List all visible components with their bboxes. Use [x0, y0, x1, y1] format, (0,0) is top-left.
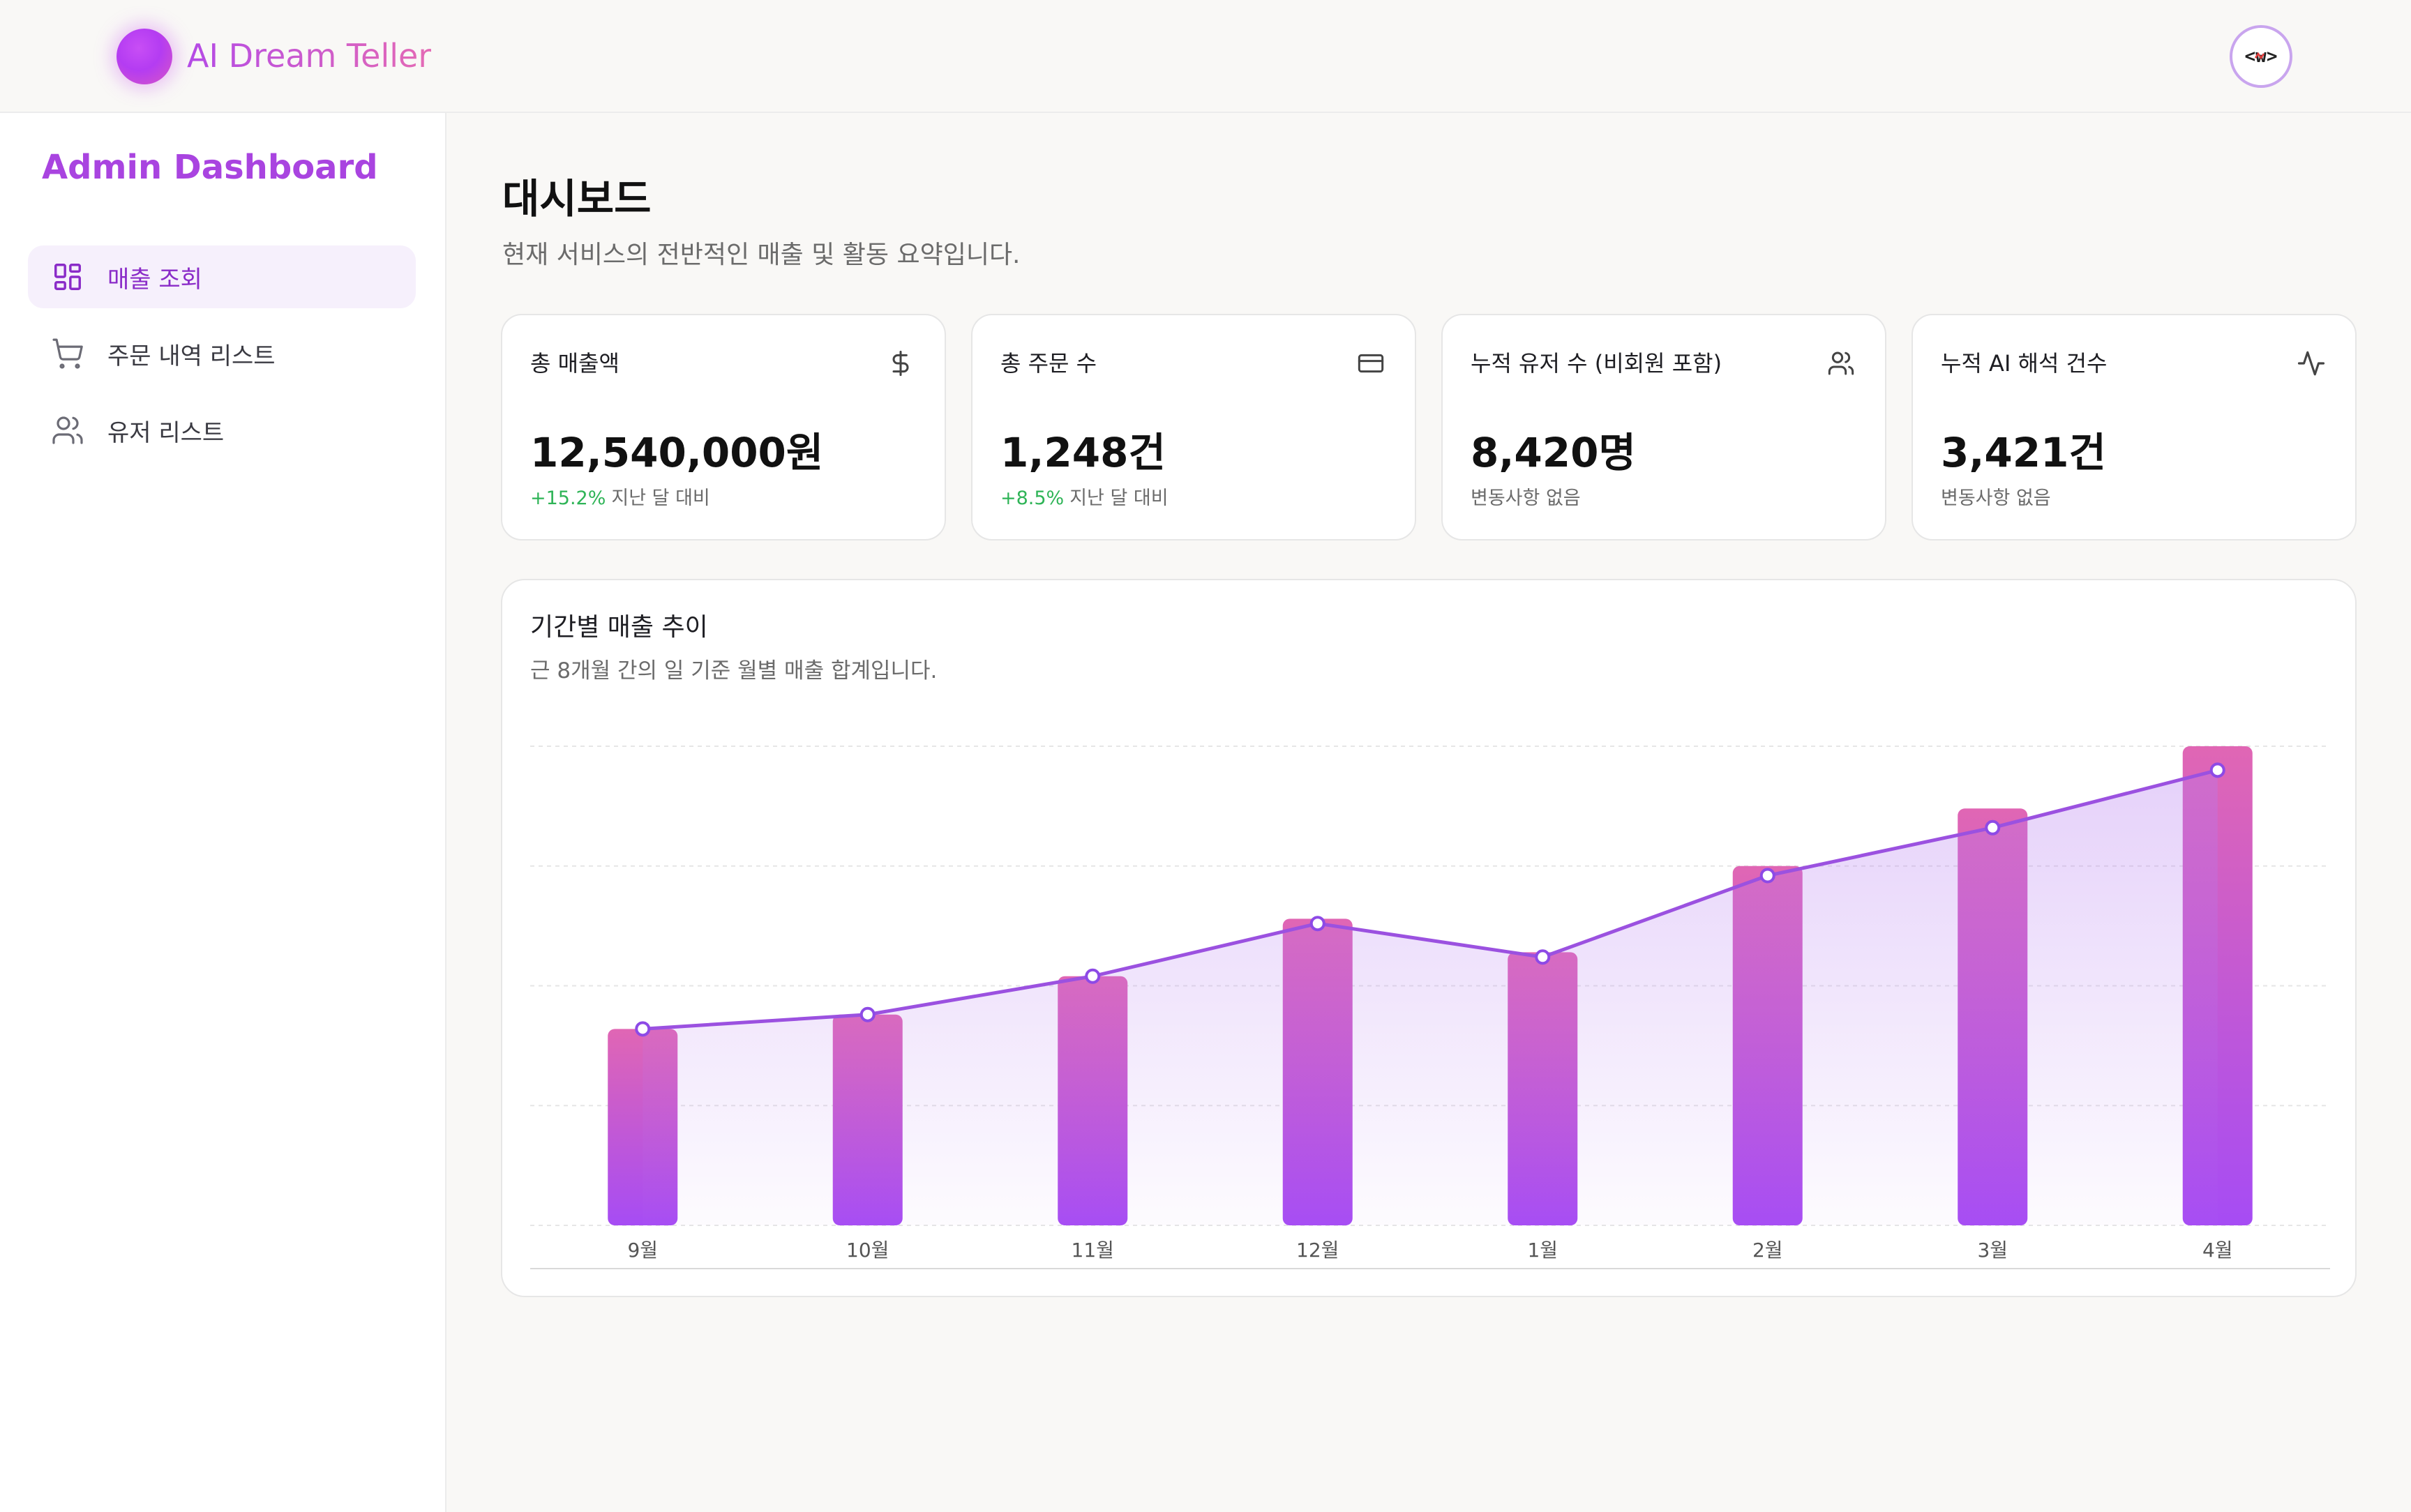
note-text: 지난 달 대비 [1069, 487, 1169, 509]
avatar-logo-icon: <w> [2245, 46, 2278, 67]
sidebar-item-sales[interactable]: 매출 조회 [28, 245, 416, 308]
chart-point [2209, 762, 2225, 778]
card-value: 8,420명 [1471, 429, 1636, 476]
cart-icon [49, 335, 87, 372]
chart-point [1985, 819, 2001, 836]
x-tick-label: 12월 [1296, 1239, 1339, 1262]
change-percent: +8.5% [1000, 487, 1065, 509]
stat-card-orders: 총 주문 수 1,248건 +8.5% 지난 달 대비 [971, 314, 1416, 540]
x-tick-label: 4월 [2202, 1239, 2233, 1262]
users-icon [49, 411, 87, 449]
chart-point [1085, 968, 1101, 984]
users-icon [1825, 347, 1857, 379]
app-title[interactable]: AI Dream Teller [187, 31, 431, 81]
sidebar-title: Admin Dashboard [42, 148, 378, 187]
sidebar-item-users[interactable]: 유저 리스트 [28, 399, 416, 462]
card-note: +15.2% 지난 달 대비 [530, 483, 710, 510]
change-percent: +15.2% [530, 487, 606, 509]
page-subtitle: 현재 서비스의 전반적인 매출 및 활동 요약입니다. [502, 241, 1021, 269]
x-tick-label: 10월 [846, 1239, 889, 1262]
chart-point [1309, 916, 1325, 932]
x-tick-label: 1월 [1527, 1239, 1558, 1262]
top-bar: AI Dream Teller <w> [0, 0, 2411, 113]
logo-icon[interactable] [117, 29, 172, 84]
sidebar-item-label: 매출 조회 [107, 265, 202, 294]
card-label: 총 주문 수 [1000, 350, 1097, 377]
activity-icon [2295, 347, 2327, 379]
sales-chart: 9월 10월 11월 12월 1월 2월 3월 4월 [530, 746, 2330, 1269]
page-title: 대시보드 [502, 175, 652, 222]
chart-point [1535, 949, 1551, 965]
chart-point [1759, 868, 1775, 884]
card-note: 변동사항 없음 [1471, 487, 1581, 509]
sidebar: Admin Dashboard 매출 조회 주문 내역 리스트 유저 리스트 [0, 113, 446, 1512]
stat-card-revenue: 총 매출액 12,540,000원 +15.2% 지난 달 대비 [501, 314, 946, 540]
card-value: 3,421건 [1941, 429, 2106, 476]
card-note: 변동사항 없음 [1941, 487, 2051, 509]
stat-card-ai-interpretations: 누적 AI 해석 건수 3,421건 변동사항 없음 [1911, 314, 2357, 540]
grid-icon [49, 258, 87, 296]
chart-point [635, 1021, 651, 1037]
card-label: 누적 AI 해석 건수 [1941, 350, 2108, 377]
profile-avatar[interactable]: <w> [2230, 25, 2292, 88]
note-text: 지난 달 대비 [611, 487, 710, 509]
stat-card-users: 누적 유저 수 (비회원 포함) 8,420명 변동사항 없음 [1441, 314, 1886, 540]
x-tick-label: 9월 [627, 1239, 658, 1262]
x-tick-label: 2월 [1752, 1239, 1783, 1262]
card-value: 12,540,000원 [530, 429, 824, 476]
sidebar-item-orders[interactable]: 주문 내역 리스트 [28, 322, 416, 385]
card-label: 총 매출액 [530, 350, 619, 377]
chart-point [859, 1006, 876, 1022]
card-value: 1,248건 [1000, 429, 1166, 476]
x-tick-label: 3월 [1977, 1239, 2008, 1262]
credit-card-icon [1355, 347, 1387, 379]
chart-area [643, 770, 2218, 1225]
sidebar-item-label: 유저 리스트 [107, 418, 225, 447]
card-note: +8.5% 지난 달 대비 [1000, 483, 1169, 510]
card-label: 누적 유저 수 (비회원 포함) [1471, 350, 1722, 377]
sales-trend-chart-card: 기간별 매출 추이 근 8개월 간의 일 기준 월별 매출 합계입니다. 9월 1… [501, 579, 2357, 1297]
dollar-icon [885, 347, 917, 379]
sidebar-item-label: 주문 내역 리스트 [107, 342, 276, 370]
x-tick-label: 11월 [1072, 1239, 1114, 1262]
